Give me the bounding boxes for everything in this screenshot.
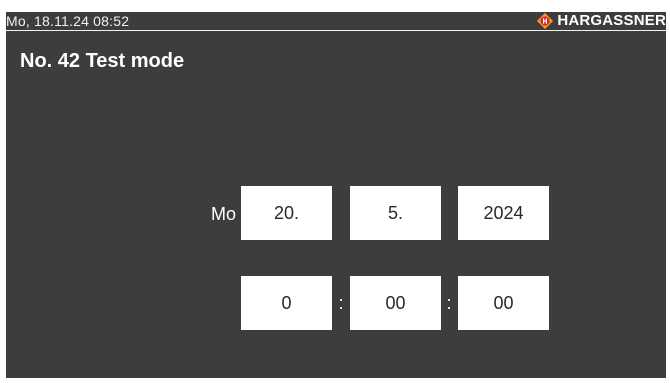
brand-name: HARGASSNER	[557, 12, 666, 29]
hour-field[interactable]: 0	[241, 276, 332, 330]
weekday-label: Mo	[210, 204, 236, 224]
month-field[interactable]: 5.	[350, 186, 441, 240]
minute-field[interactable]: 00	[350, 276, 441, 330]
display-screen: Mo, 18.11.24 08:52 HARGASSNER No. 42 Tes…	[6, 12, 666, 378]
second-field[interactable]: 00	[458, 276, 549, 330]
hargassner-logo-icon	[537, 13, 554, 29]
day-field[interactable]: 20.	[241, 186, 332, 240]
time-separator: :	[446, 293, 452, 313]
status-datetime: Mo, 18.11.24 08:52	[6, 13, 130, 29]
status-bar: Mo, 18.11.24 08:52 HARGASSNER	[6, 12, 666, 31]
year-field[interactable]: 2024	[458, 186, 549, 240]
time-separator: :	[338, 293, 344, 313]
page-title: No. 42 Test mode	[20, 50, 185, 72]
brand: HARGASSNER	[537, 12, 666, 30]
